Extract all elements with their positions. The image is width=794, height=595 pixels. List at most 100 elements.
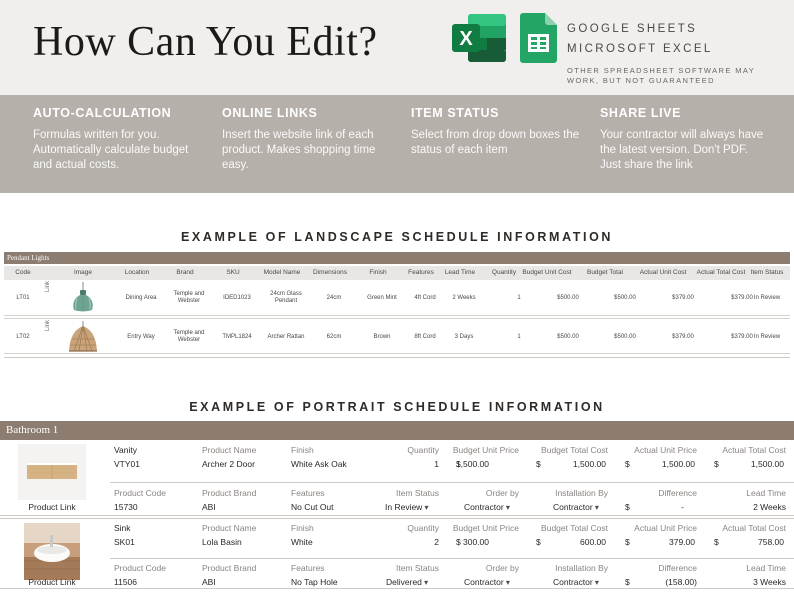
product-brand[interactable]: ABI xyxy=(202,502,216,512)
actual-total-cost: 1,500.00 xyxy=(750,459,784,469)
compatibility-note: OTHER SPREADSHEET SOFTWARE MAY WORK, BUT… xyxy=(567,66,755,85)
label-installation-by: Installation By xyxy=(555,563,608,573)
label-quantity: Quantity xyxy=(407,523,439,533)
rattan-pendant-image xyxy=(69,321,97,352)
item-code: VTY01 xyxy=(114,459,140,469)
feature-title: ONLINE LINKS xyxy=(222,106,318,120)
lead-time[interactable]: 3 Weeks xyxy=(753,577,786,587)
item-status-dropdown[interactable]: In Review xyxy=(385,502,429,512)
label-difference: Difference xyxy=(658,488,697,498)
product-name[interactable]: Lola Basin xyxy=(202,537,242,547)
label-product-name: Product Name xyxy=(202,523,257,533)
landscape-column-headers: Code Image Location Brand SKU Model Name… xyxy=(4,266,790,280)
cell-actual-total: $379.00 xyxy=(731,334,753,340)
features[interactable]: No Cut Out xyxy=(291,502,334,512)
currency-symbol: $ xyxy=(714,537,719,547)
product-link[interactable]: Link xyxy=(45,320,51,331)
item-status-dropdown[interactable]: Delivered xyxy=(386,577,428,587)
basin-image xyxy=(24,523,80,580)
finish[interactable]: White xyxy=(291,537,313,547)
label-features: Features xyxy=(291,563,325,573)
cell-finish: Green Mint xyxy=(367,295,397,301)
software-google-sheets: GOOGLE SHEETS xyxy=(567,23,698,35)
installation-by-dropdown[interactable]: Contractor xyxy=(553,577,599,587)
feature-body: Select from drop down boxes the status o… xyxy=(411,129,580,156)
finish[interactable]: White Ask Oak xyxy=(291,459,347,469)
feature-online-links: ONLINE LINKS Insert the website link of … xyxy=(222,106,397,173)
lead-time[interactable]: 2 Weeks xyxy=(753,502,786,512)
feature-auto-calculation: AUTO-CALCULATION Formulas written for yo… xyxy=(33,106,208,173)
label-finish: Finish xyxy=(291,523,314,533)
label-actual-unit: Actual Unit Price xyxy=(634,445,697,455)
cell-dimensions: 24cm xyxy=(326,295,342,301)
budget-total-cost: 1,500.00 xyxy=(572,459,606,469)
portrait-item-vanity: Product Link Vanity VTY01 Product Name A… xyxy=(0,440,794,516)
landscape-section-title: EXAMPLE OF LANDSCAPE SCHEDULE INFORMATIO… xyxy=(180,230,614,244)
column-header: Actual Unit Cost xyxy=(639,269,687,276)
quantity[interactable]: 1 xyxy=(434,459,439,469)
label-budget-total: Budget Total Cost xyxy=(541,445,608,455)
column-header: Model Name xyxy=(263,269,301,276)
currency-symbol: $ xyxy=(625,502,630,512)
label-order-by: Order by xyxy=(485,488,519,498)
portrait-schedule-table: Bathroom 1 Product Link Vanity VTY01 Pro… xyxy=(0,421,794,591)
budget-unit-price[interactable]: 1,500.00 xyxy=(456,459,489,469)
divider xyxy=(110,558,794,559)
quantity[interactable]: 2 xyxy=(434,537,439,547)
label-product-code: Product Code xyxy=(114,563,166,573)
label-product-code: Product Code xyxy=(114,488,166,498)
product-code[interactable]: 11506 xyxy=(114,577,137,587)
feature-body: Your contractor will always have the lat… xyxy=(600,129,764,171)
label-features: Features xyxy=(291,488,325,498)
label-lead-time: Lead Time xyxy=(746,563,786,573)
label-product-brand: Product Brand xyxy=(202,563,257,573)
label-actual-total: Actual Total Cost xyxy=(722,445,786,455)
order-by-dropdown[interactable]: Contractor xyxy=(464,502,510,512)
software-list: GOOGLE SHEETS MICROSOFT EXCEL xyxy=(567,23,713,63)
landscape-category-header: Pendant Lights xyxy=(4,252,790,264)
budget-total-cost: 600.00 xyxy=(580,537,606,547)
cell-dimensions: 62cm xyxy=(326,334,342,340)
product-brand[interactable]: ABI xyxy=(202,577,216,587)
product-link[interactable]: Link xyxy=(45,281,51,292)
cell-location: Dining Area xyxy=(125,295,157,301)
item-code: SK01 xyxy=(114,537,135,547)
features[interactable]: No Tap Hole xyxy=(291,577,338,587)
feature-band: AUTO-CALCULATION Formulas written for yo… xyxy=(0,95,794,193)
cell-code: LT02 xyxy=(16,334,30,340)
actual-unit-price[interactable]: 379.00 xyxy=(669,537,695,547)
cell-finish: Brown xyxy=(373,334,391,340)
currency-symbol: $ xyxy=(625,577,630,587)
cell-quantity: 1 xyxy=(517,334,521,340)
page-title: How Can You Edit? xyxy=(33,19,378,65)
difference: (158.00) xyxy=(665,577,697,587)
portrait-item-sink: Product Link Sink SK01 Product Name Lola… xyxy=(0,518,794,589)
currency-symbol: $ xyxy=(536,537,541,547)
product-link[interactable]: Product Link xyxy=(22,577,82,587)
column-header: Actual Total Cost xyxy=(696,269,746,276)
product-name[interactable]: Archer 2 Door xyxy=(202,459,255,469)
product-code[interactable]: 15730 xyxy=(114,502,138,512)
google-sheets-icon xyxy=(520,13,557,63)
product-link[interactable]: Product Link xyxy=(22,502,82,512)
cell-sku: IDED1023 xyxy=(223,295,251,301)
cell-budget-total: $500.00 xyxy=(614,295,636,301)
cell-brand: Temple and Webster xyxy=(173,291,205,304)
order-by-dropdown[interactable]: Contractor xyxy=(464,577,510,587)
actual-unit-price[interactable]: 1,500.00 xyxy=(662,459,695,469)
header: How Can You Edit? X GOOGLE SHEETS MICROS… xyxy=(0,0,794,95)
cell-status[interactable]: In Review xyxy=(754,295,780,301)
budget-unit-price[interactable]: 300.00 xyxy=(463,537,489,547)
cell-code: LT01 xyxy=(16,295,30,301)
cell-status[interactable]: In Review xyxy=(754,334,780,340)
label-budget-unit: Budget Unit Price xyxy=(452,523,519,533)
label-product-name: Product Name xyxy=(202,445,257,455)
cell-brand: Temple and Webster xyxy=(173,330,205,343)
cell-model: 24cm Glass Pendant xyxy=(270,291,302,304)
column-header: Location xyxy=(124,269,150,276)
column-header: SKU xyxy=(226,269,240,276)
vanity-image xyxy=(18,444,86,500)
installation-by-dropdown[interactable]: Contractor xyxy=(553,502,599,512)
landscape-schedule-table: Pendant Lights Code Image Location Brand… xyxy=(4,252,790,358)
item-type: Vanity xyxy=(114,445,137,455)
